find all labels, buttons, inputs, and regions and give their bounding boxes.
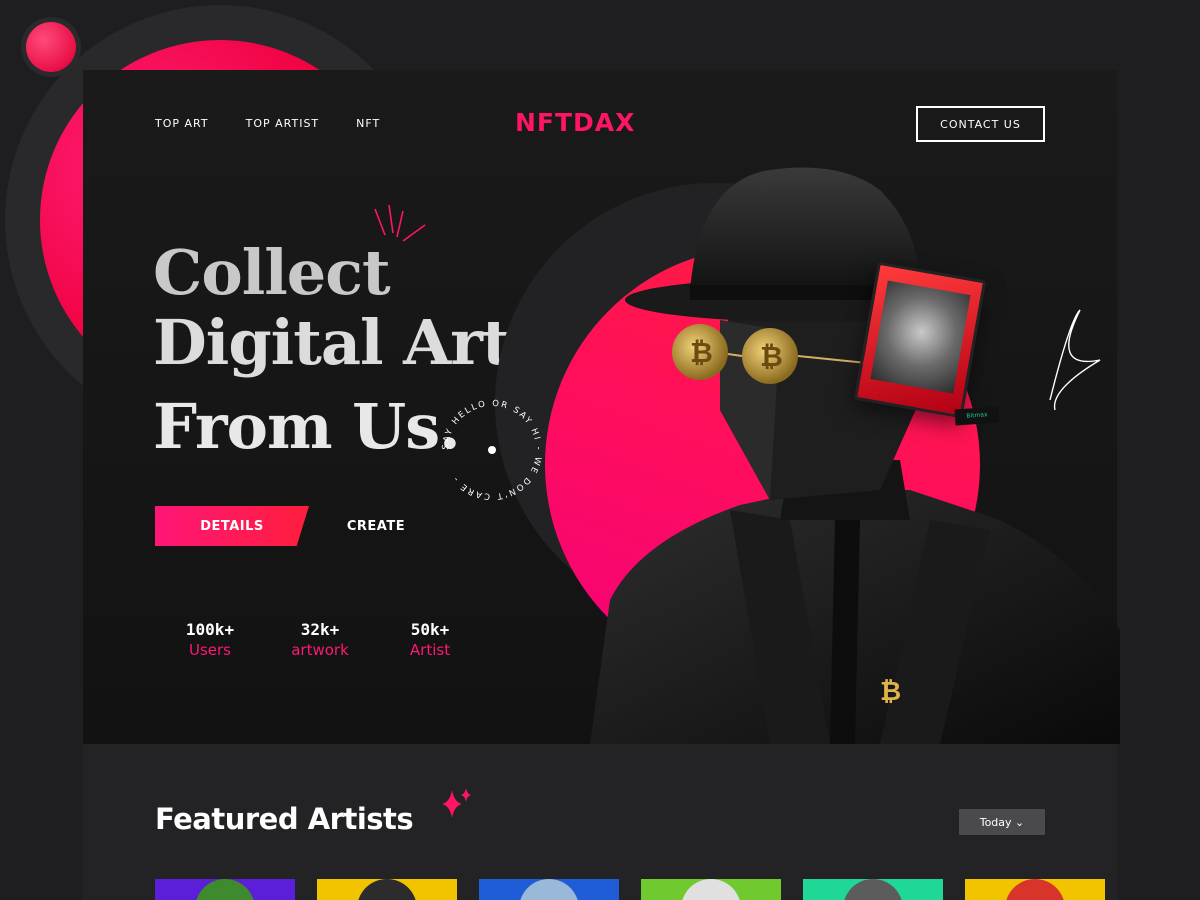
stat-users: 100k+ Users <box>155 620 265 659</box>
chevron-down-icon: ⌄ <box>1015 815 1025 829</box>
nft-card-tag: Bitmax <box>954 406 1000 426</box>
site-logo[interactable]: NFTDAX <box>515 108 635 137</box>
artist-thumbnail[interactable] <box>965 879 1105 900</box>
artist-thumbnail[interactable] <box>641 879 781 900</box>
today-filter-select[interactable]: Today ⌄ <box>959 809 1045 835</box>
artist-thumb-object <box>843 879 903 900</box>
stat-label: artwork <box>291 641 349 659</box>
artist-thumb-object <box>519 879 579 900</box>
bg-red-dot <box>26 22 76 72</box>
featured-title: Featured Artists <box>155 802 414 836</box>
top-nav: TOP ART TOP ARTIST NFT <box>155 117 380 130</box>
featured-section: Featured Artists Today ⌄ <box>83 744 1117 900</box>
featured-thumbnails <box>155 879 1105 900</box>
create-button[interactable]: CREATE <box>331 506 421 546</box>
stat-artist: 50k+ Artist <box>375 620 485 659</box>
stat-label: Artist <box>409 641 451 659</box>
stat-label: Users <box>188 641 231 659</box>
stats-row: 100k+ Users 32k+ artwork 50k+ Artist <box>155 620 485 659</box>
center-dot <box>488 446 496 454</box>
rotating-text-badge[interactable]: SAY HELLO OR SAY HI - WE DON'T CARE - <box>436 394 548 506</box>
stat-value: 50k+ <box>410 620 450 639</box>
svg-text:₿: ₿ <box>690 336 713 369</box>
artist-thumbnail[interactable] <box>803 879 943 900</box>
today-filter-label: Today <box>979 815 1012 829</box>
nav-nft[interactable]: NFT <box>356 117 380 130</box>
details-button[interactable]: DETAILS <box>155 506 309 546</box>
artist-thumbnail[interactable] <box>155 879 295 900</box>
contact-button[interactable]: CONTACT US <box>916 106 1045 142</box>
artist-thumb-object <box>357 879 417 900</box>
artist-thumb-object <box>195 879 255 900</box>
nav-top-artist[interactable]: TOP ARTIST <box>246 117 320 130</box>
artist-thumbnail[interactable] <box>479 879 619 900</box>
headline-line-2: Digital Art <box>153 306 511 379</box>
headline-line-1: Collect <box>153 236 391 309</box>
stat-value: 100k+ <box>185 620 235 639</box>
sparkle-icon <box>442 788 471 818</box>
artist-thumb-object <box>681 879 741 900</box>
artist-thumb-object <box>1005 879 1065 900</box>
nav-top-art[interactable]: TOP ART <box>155 117 209 130</box>
nft-card-image <box>870 280 971 394</box>
stat-value: 32k+ <box>300 620 340 639</box>
nft-character-figure: ₿ ₿ ₿ <box>590 167 1120 744</box>
svg-text:₿: ₿ <box>760 340 783 373</box>
stat-artwork: 32k+ artwork <box>265 620 375 659</box>
svg-text:₿: ₿ <box>880 677 901 707</box>
artist-thumbnail[interactable] <box>317 879 457 900</box>
